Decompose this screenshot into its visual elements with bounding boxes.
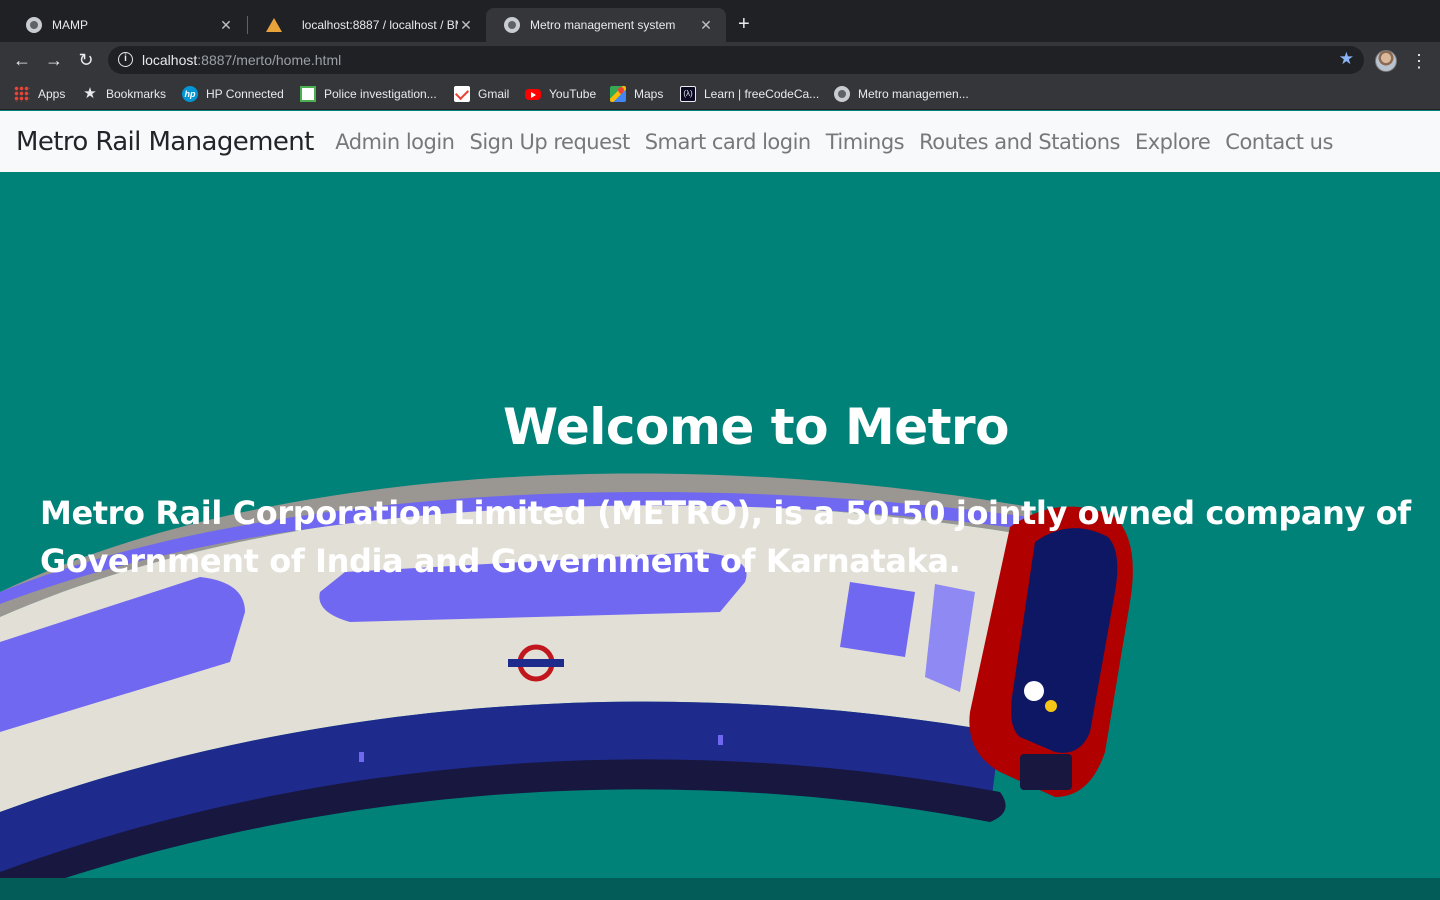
bookmark-gmail[interactable]: Gmail (454, 84, 509, 104)
hero-title: Welcome to Metro (502, 398, 1010, 456)
bookmark-youtube[interactable]: YouTube (525, 84, 596, 104)
bookmark-label: HP Connected (206, 87, 284, 101)
navbar-brand[interactable]: Metro Rail Management (16, 127, 314, 157)
bookmark-label: Bookmarks (106, 87, 167, 101)
new-tab-button[interactable]: + (738, 13, 750, 35)
close-icon[interactable]: ✕ (698, 17, 714, 34)
hp-icon: hp (182, 86, 198, 102)
nav-smart-card-login[interactable]: Smart card login (637, 130, 818, 154)
bookmark-bookmarks[interactable]: ★ Bookmarks (82, 84, 166, 104)
bookmark-star-icon[interactable]: ★ (1339, 49, 1354, 69)
forward-arrow-icon[interactable]: → (42, 48, 66, 72)
profile-avatar[interactable] (1375, 50, 1397, 72)
police-icon (300, 86, 316, 102)
address-bar[interactable]: i localhost:8887/merto/home.html ★ (108, 46, 1364, 74)
mamp-icon (504, 17, 520, 33)
nav-timings[interactable]: Timings (818, 130, 911, 154)
bookmarks-bar: Apps ★ Bookmarks hp HP Connected Police … (0, 78, 1440, 110)
address-url[interactable]: localhost:8887/merto/home.html (142, 52, 341, 68)
mamp-icon (26, 17, 42, 33)
tab-metro-management[interactable]: Metro management system ✕ (486, 8, 726, 42)
gmail-icon (454, 86, 470, 102)
page-content: Metro Rail Management Admin login Sign U… (0, 111, 1440, 900)
bookmark-label: Apps (38, 87, 66, 101)
bookmark-hp-connected[interactable]: hp HP Connected (182, 84, 284, 104)
browser-toolbar: ← → ↻ i localhost:8887/merto/home.html ★ (0, 42, 1440, 78)
bookmark-label: Gmail (478, 87, 510, 101)
freecodecamp-icon: (λ) (680, 86, 696, 102)
browser-tab-bar: MAMP ✕ localhost:8887 / localhost / BMR … (0, 0, 1440, 42)
tab-title: MAMP (52, 18, 88, 32)
bookmark-apps[interactable]: Apps (14, 84, 65, 104)
bookmark-freecodecamp[interactable]: (λ) Learn | freeCodeCa... (680, 84, 819, 104)
phpmyadmin-icon (266, 18, 282, 32)
reload-icon[interactable]: ↻ (74, 48, 98, 72)
bookmark-label: Metro managemen... (858, 87, 969, 101)
star-icon: ★ (83, 85, 97, 102)
nav-admin-login[interactable]: Admin login (328, 130, 462, 154)
mamp-icon (834, 86, 850, 102)
address-host: localhost (142, 52, 198, 68)
tab-mamp[interactable]: MAMP ✕ (8, 8, 246, 42)
youtube-icon (525, 88, 541, 100)
tab-title: localhost:8887 / localhost / BMR (302, 18, 458, 32)
close-icon[interactable]: ✕ (218, 17, 234, 34)
back-arrow-icon[interactable]: ← (10, 48, 34, 72)
bottom-section-edge (0, 878, 1440, 900)
apps-grid-icon (14, 86, 30, 102)
maps-icon (610, 86, 626, 102)
bookmark-label: YouTube (549, 87, 597, 101)
site-navbar: Metro Rail Management Admin login Sign U… (0, 111, 1440, 172)
bookmark-maps[interactable]: Maps (610, 84, 663, 104)
close-icon[interactable]: ✕ (458, 17, 474, 34)
info-icon[interactable]: i (118, 52, 133, 67)
bookmark-police[interactable]: Police investigation... (300, 84, 437, 104)
bookmark-label: Learn | freeCodeCa... (704, 87, 820, 101)
tab-title: Metro management system (530, 18, 676, 32)
nav-routes-and-stations[interactable]: Routes and Stations (912, 130, 1128, 154)
bookmark-metro-management[interactable]: Metro managemen... (834, 84, 969, 104)
hero-description: Metro Rail Corporation Limited (METRO), … (40, 494, 1411, 580)
nav-contact-us[interactable]: Contact us (1218, 130, 1341, 154)
tab-phpmyadmin[interactable]: localhost:8887 / localhost / BMR ✕ (248, 8, 486, 42)
nav-links: Admin login Sign Up request Smart card l… (328, 130, 1341, 154)
bookmark-label: Maps (634, 87, 664, 101)
nav-explore[interactable]: Explore (1127, 130, 1217, 154)
nav-sign-up-request[interactable]: Sign Up request (462, 130, 637, 154)
more-menu-icon[interactable]: ⋮ (1410, 49, 1428, 73)
bookmark-label: Police investigation... (324, 87, 437, 101)
address-path: :8887/merto/home.html (197, 52, 342, 68)
